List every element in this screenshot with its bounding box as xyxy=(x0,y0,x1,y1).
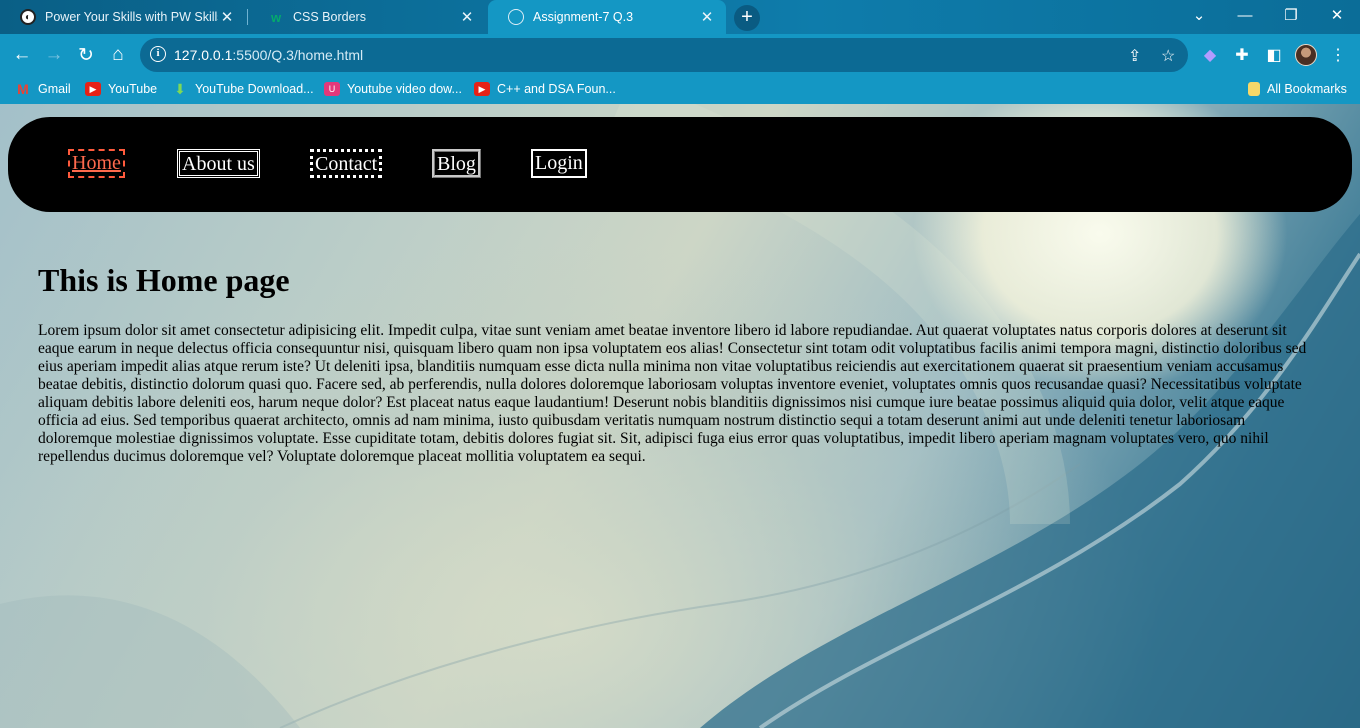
tab-pw-skills[interactable]: ◐ Power Your Skills with PW Skills ✕ xyxy=(0,0,246,34)
bookmark-youtube-video-dow[interactable]: U Youtube video dow... xyxy=(324,82,462,96)
tab-assignment-active[interactable]: Assignment-7 Q.3 ✕ xyxy=(488,0,726,34)
extensions-puzzle-icon[interactable]: ✚ xyxy=(1232,45,1252,65)
back-arrow-icon[interactable]: ← xyxy=(8,41,36,69)
all-bookmarks-label: All Bookmarks xyxy=(1267,82,1347,96)
forward-arrow-icon[interactable]: → xyxy=(40,41,68,69)
tab-strip: ◐ Power Your Skills with PW Skills ✕ w C… xyxy=(0,0,1360,34)
page-viewport: Home About us Contact Blog Login This is… xyxy=(0,104,1360,728)
menu-kebab-icon[interactable]: ⋮ xyxy=(1328,45,1348,65)
pw-skills-icon: ◐ xyxy=(20,9,36,25)
bookmark-label: Youtube video dow... xyxy=(347,82,462,96)
url-host: 127.0.0.1 xyxy=(174,47,233,63)
bookmark-cpp-dsa[interactable]: ▶ C++ and DSA Foun... xyxy=(474,82,616,96)
reload-icon[interactable]: ↻ xyxy=(72,41,100,69)
tab-search-chevron-icon[interactable]: ⌄ xyxy=(1176,0,1222,30)
nav-login-link[interactable]: Login xyxy=(531,149,587,178)
bookmark-label: Gmail xyxy=(38,82,71,96)
nav-home-link[interactable]: Home xyxy=(68,149,125,178)
url-path: :5500/Q.3/home.html xyxy=(232,47,364,63)
folder-icon xyxy=(1248,82,1260,96)
page-heading: This is Home page xyxy=(38,262,290,298)
profile-avatar[interactable] xyxy=(1295,44,1317,66)
gmail-icon: M xyxy=(17,81,29,97)
bookmark-star-icon[interactable]: ☆ xyxy=(1161,46,1175,66)
bookmark-youtube[interactable]: ▶ YouTube xyxy=(85,82,157,96)
url-text[interactable]: 127.0.0.1:5500/Q.3/home.html xyxy=(174,47,363,63)
tab-title: CSS Borders xyxy=(293,10,366,24)
w3schools-icon: w xyxy=(270,9,282,25)
site-info-icon[interactable]: i xyxy=(150,46,166,62)
globe-icon xyxy=(508,9,524,25)
all-bookmarks[interactable]: All Bookmarks xyxy=(1248,82,1347,96)
close-tab-icon[interactable]: ✕ xyxy=(698,8,716,26)
youtube-icon: ▶ xyxy=(474,82,490,96)
share-icon[interactable]: ⇪ xyxy=(1128,46,1141,66)
home-icon[interactable]: ⌂ xyxy=(104,41,132,69)
page-paragraph: Lorem ipsum dolor sit amet consectetur a… xyxy=(38,322,1307,465)
bookmark-youtube-downloader[interactable]: ⬇ YouTube Download... xyxy=(172,80,314,97)
tab-css-borders[interactable]: w CSS Borders ✕ xyxy=(248,0,486,34)
address-bar[interactable]: i 127.0.0.1:5500/Q.3/home.html ⇪ ☆ xyxy=(140,38,1188,72)
close-window-icon[interactable]: ✕ xyxy=(1314,0,1360,30)
close-tab-icon[interactable]: ✕ xyxy=(458,8,476,26)
download-icon: ⬇ xyxy=(174,80,186,97)
tab-title: Power Your Skills with PW Skills xyxy=(45,10,218,24)
bookmark-label: YouTube xyxy=(108,82,158,96)
bookmark-label: C++ and DSA Foun... xyxy=(497,82,616,96)
new-tab-button[interactable]: + xyxy=(734,5,760,31)
browser-toolbar: ← → ↻ ⌂ i 127.0.0.1:5500/Q.3/home.html ⇪… xyxy=(0,34,1360,76)
restore-icon[interactable]: ❐ xyxy=(1268,0,1314,30)
nav-blog-link[interactable]: Blog xyxy=(432,149,481,178)
u-icon: U xyxy=(324,82,340,96)
side-panel-icon[interactable]: ◧ xyxy=(1264,45,1284,65)
youtube-icon: ▶ xyxy=(85,82,101,96)
bookmark-label: YouTube Download... xyxy=(195,82,314,96)
extension-gem-icon[interactable]: ◆ xyxy=(1200,45,1220,65)
site-navbar: Home About us Contact Blog Login xyxy=(8,117,1352,212)
bookmark-gmail[interactable]: M Gmail xyxy=(15,81,71,97)
nav-contact-link[interactable]: Contact xyxy=(310,149,383,178)
nav-about-link[interactable]: About us xyxy=(177,149,260,178)
bookmarks-bar: M Gmail ▶ YouTube ⬇ YouTube Download... … xyxy=(0,76,1360,104)
tab-title: Assignment-7 Q.3 xyxy=(533,10,634,24)
minimize-icon[interactable]: — xyxy=(1222,0,1268,30)
close-tab-icon[interactable]: ✕ xyxy=(218,8,236,26)
